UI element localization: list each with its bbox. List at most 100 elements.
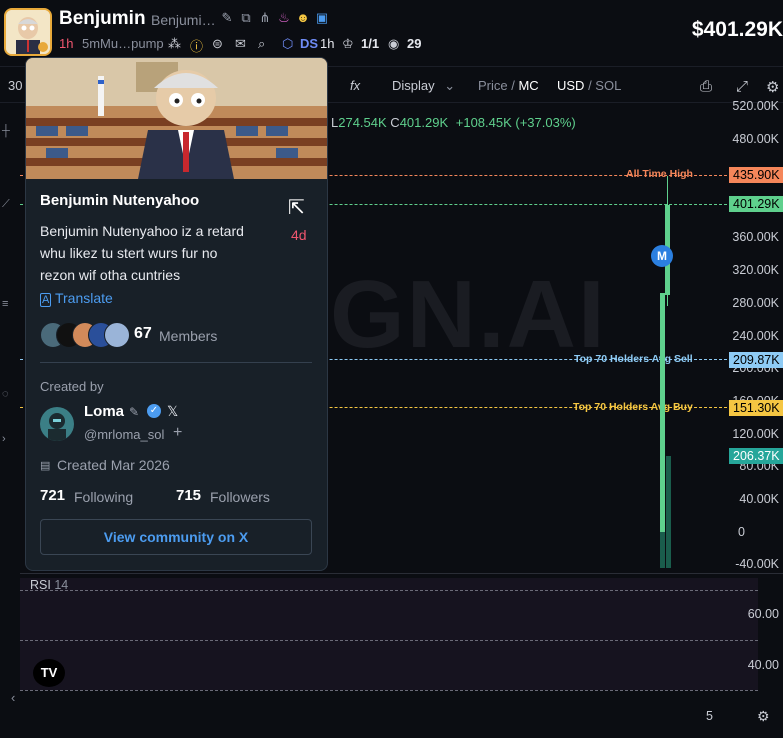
measure-tool-icon[interactable]: ◌ <box>2 388 9 400</box>
translate-icon: A <box>40 293 52 307</box>
volume-bar <box>660 532 665 568</box>
mc-option: MC <box>518 78 539 93</box>
ratio: 1/1 <box>361 36 380 51</box>
contract-address[interactable]: 5mMu…pump <box>82 36 164 51</box>
price-tag: 401.29K <box>729 196 783 212</box>
ohlc-readout: L274.54K C401.29K +108.45K (+37.03%) <box>331 115 576 130</box>
following-count: 721 <box>40 487 66 504</box>
verified-icon: ✓ <box>147 404 161 418</box>
pencil-icon: ✎ <box>129 405 140 419</box>
chevron-down-icon: ⌄ <box>444 78 456 93</box>
camera-icon[interactable]: ⎙ <box>700 78 712 95</box>
creator-name[interactable]: Loma <box>84 403 124 420</box>
community-description-line: Benjumin Nutenyahoo iz a retard <box>40 223 244 239</box>
y-tick: 480.00K <box>732 132 779 146</box>
calendar-icon: ▤ <box>40 460 51 472</box>
community-description-line: whu likez tu stert wurs fur no <box>40 245 218 261</box>
currency-toggle[interactable]: USD / SOL <box>557 78 621 93</box>
sol-option: SOL <box>595 78 622 93</box>
y-tick: 360.00K <box>732 230 779 244</box>
candle-body <box>660 293 665 568</box>
ath-tag: 435.90K <box>729 167 783 183</box>
marker-badge[interactable]: M <box>651 245 673 267</box>
y-tick: 240.00K <box>732 329 779 343</box>
divider <box>40 362 312 363</box>
follow-add-icon[interactable]: + <box>173 424 182 442</box>
pane-divider[interactable] <box>20 573 783 574</box>
community-description-line: rezon wif otha cuntries <box>40 267 181 283</box>
avg-buy-tag: 151.30K <box>729 400 783 416</box>
rsi-tick: 60.00 <box>747 607 779 621</box>
usd-option: USD <box>557 78 585 93</box>
list-icon: ⊜ <box>212 36 223 51</box>
eye-icon: ◉ <box>388 36 400 51</box>
y-tick: 520.00K <box>732 99 779 113</box>
member-avatar <box>104 322 130 348</box>
x-axis-tick: 5 <box>706 709 713 723</box>
team-icon: ☻ <box>296 10 310 25</box>
indicators-button[interactable]: fx <box>350 78 360 93</box>
y-tick: 0 <box>738 525 745 539</box>
scroll-left-icon[interactable]: ‹ <box>11 690 15 705</box>
x-logo-icon[interactable]: 𝕏 <box>167 403 178 420</box>
crown-icon: ♔ <box>342 36 354 51</box>
verified-badge-icon <box>38 42 48 52</box>
dex-icon: ⬡ <box>282 36 294 51</box>
axis-settings-icon[interactable]: ⚙ <box>757 708 770 725</box>
community-banner <box>26 58 327 179</box>
rsi-lower-band <box>20 690 758 691</box>
change-value: +108.45K (+37.03%) <box>455 115 576 130</box>
warning-icon: ⓘ <box>190 39 204 54</box>
search-icon[interactable]: ⌕ <box>258 36 265 52</box>
ds-age: 1h <box>320 36 335 51</box>
avg-sell-tag: 209.87K <box>729 352 783 368</box>
community-age: 4d <box>291 227 307 243</box>
watermark: GN.AI <box>330 261 607 368</box>
translate-link[interactable]: A Translate <box>40 290 113 307</box>
interval-selector[interactable]: 30 <box>8 78 22 93</box>
copy-icon[interactable]: ⧉ <box>239 11 253 25</box>
low-value: 274.54K <box>338 115 387 130</box>
token-price: $401.29K <box>691 18 783 41</box>
rsi-tick: 40.00 <box>747 658 779 672</box>
settings-icon[interactable]: ⚙ <box>766 78 779 96</box>
token-full-name: Benjumi… <box>151 12 216 28</box>
creator-avatar[interactable] <box>40 407 74 441</box>
price-mc-toggle[interactable]: Price / MC <box>478 78 539 93</box>
tradingview-logo[interactable]: TV <box>33 659 65 687</box>
fullscreen-icon[interactable]: ⤢ <box>736 78 748 95</box>
followers-count: 715 <box>176 487 202 504</box>
more-tools-icon[interactable]: › <box>2 433 6 445</box>
close-value: 401.29K <box>399 115 449 130</box>
fib-tool-icon[interactable]: ≡ <box>2 298 8 310</box>
avg-sell-label: Top 70 Holders Avg Sell <box>574 353 693 365</box>
token-age: 1h <box>59 36 74 51</box>
y-tick: 120.00K <box>732 427 779 441</box>
volume-tag: 206.37K <box>729 448 783 464</box>
view-community-button[interactable]: View community on X <box>40 519 312 555</box>
share-icon[interactable]: ⋔ <box>258 11 272 25</box>
rsi-title: RSI <box>30 578 51 592</box>
rsi-mid-band <box>20 640 758 641</box>
chat-icon[interactable]: ▣ <box>315 11 329 25</box>
trend-tool-icon[interactable]: ⟋ <box>2 198 10 211</box>
members-label: Members <box>159 328 218 344</box>
drawing-toolbar: ┼ ⟋ ≡ ◌ › <box>0 103 20 573</box>
rsi-label: RSI 14 <box>30 578 68 592</box>
followers-label: Followers <box>210 489 270 505</box>
volume-bar <box>666 456 671 568</box>
y-tick: 320.00K <box>732 263 779 277</box>
rsi-upper-band <box>20 590 758 591</box>
display-dropdown[interactable]: Display ⌄ <box>392 78 455 94</box>
open-external-icon[interactable]: ⇱ <box>288 195 305 220</box>
cursor-tool-icon[interactable]: ┼ <box>2 125 10 137</box>
creator-handle[interactable]: @mrloma_sol <box>84 427 164 442</box>
ath-label: All Time High <box>626 168 693 180</box>
created-date: Created Mar 2026 <box>57 457 170 473</box>
y-tick: 280.00K <box>732 296 779 310</box>
avg-buy-label: Top 70 Holders Avg Buy <box>573 401 693 413</box>
members-count: 67 <box>134 325 152 342</box>
created-by-label: Created by <box>40 379 104 394</box>
community-title: Benjumin Nutenyahoo <box>40 192 200 209</box>
edit-icon[interactable]: ✎ <box>220 11 234 25</box>
